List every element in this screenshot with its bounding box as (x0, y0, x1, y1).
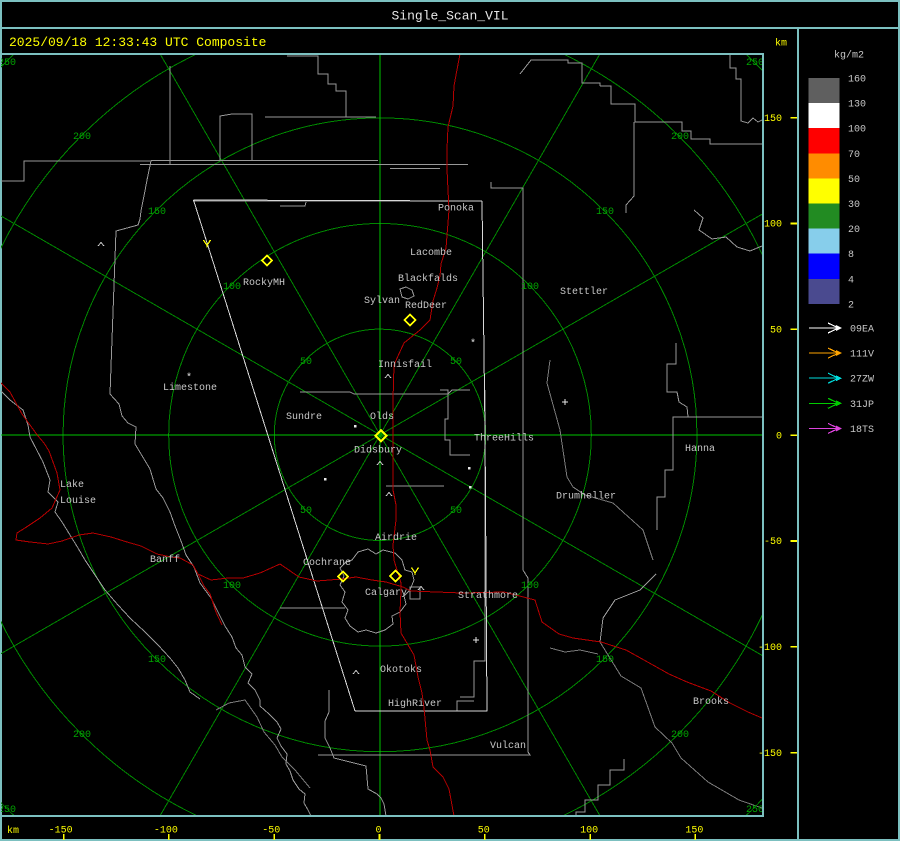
svg-text:Stettler: Stettler (560, 286, 608, 298)
svg-text:18TS: 18TS (850, 425, 874, 436)
svg-text:Lacombe: Lacombe (410, 247, 452, 259)
svg-text:km: km (7, 825, 19, 837)
svg-text:-150: -150 (49, 826, 73, 837)
svg-text:Banff: Banff (150, 554, 180, 566)
svg-text:-50: -50 (262, 826, 280, 837)
svg-text:160: 160 (848, 75, 866, 86)
svg-text:20: 20 (848, 225, 860, 236)
svg-text:Didsbury: Didsbury (354, 445, 402, 457)
svg-text:100: 100 (223, 581, 241, 592)
svg-text:250: 250 (746, 58, 764, 69)
svg-text:50: 50 (450, 357, 462, 368)
svg-text:Sylvan: Sylvan (364, 295, 400, 307)
svg-text:150: 150 (685, 826, 703, 837)
svg-text:100: 100 (223, 282, 241, 293)
svg-text:31JP: 31JP (850, 400, 874, 411)
svg-text:Blackfalds: Blackfalds (398, 273, 458, 285)
svg-text:200: 200 (671, 132, 689, 143)
svg-text:0: 0 (375, 826, 381, 837)
svg-text:Olds: Olds (370, 411, 394, 423)
svg-text:ThreeHills: ThreeHills (474, 433, 534, 445)
svg-text:09EA: 09EA (850, 325, 874, 336)
svg-text:*: * (470, 338, 476, 350)
svg-text:Cochrane: Cochrane (303, 557, 351, 569)
svg-text:200: 200 (73, 132, 91, 143)
svg-text:150: 150 (596, 207, 614, 218)
svg-text:100: 100 (764, 220, 782, 231)
svg-text:30: 30 (848, 200, 860, 211)
svg-text:RedDeer: RedDeer (405, 300, 447, 312)
svg-text:50: 50 (300, 506, 312, 517)
svg-text:RockyMH: RockyMH (243, 277, 285, 289)
svg-text:-50: -50 (764, 537, 782, 548)
svg-text:100: 100 (580, 826, 598, 837)
svg-text:Airdrie: Airdrie (375, 532, 417, 544)
svg-text:Innisfail: Innisfail (378, 359, 432, 371)
svg-text:200: 200 (73, 730, 91, 741)
svg-text:150: 150 (596, 655, 614, 666)
svg-text:Drumheller: Drumheller (556, 491, 616, 503)
svg-text:250: 250 (0, 805, 16, 816)
svg-text:70: 70 (848, 150, 860, 161)
svg-text:Louise: Louise (60, 495, 96, 507)
svg-text:50: 50 (848, 175, 860, 186)
svg-text:Single_Scan_VIL: Single_Scan_VIL (391, 9, 508, 24)
svg-text:150: 150 (764, 114, 782, 125)
svg-text:130: 130 (848, 100, 866, 111)
svg-text:50: 50 (478, 826, 490, 837)
svg-text:Okotoks: Okotoks (380, 664, 422, 676)
svg-text:Sundre: Sundre (286, 411, 322, 423)
svg-text:Lake: Lake (60, 479, 84, 491)
svg-text:2025/09/18 12:33:43 UTC Compos: 2025/09/18 12:33:43 UTC Composite (9, 35, 266, 50)
svg-text:Hanna: Hanna (685, 444, 715, 455)
svg-text:250: 250 (0, 58, 16, 69)
svg-text:50: 50 (300, 357, 312, 368)
svg-text:200: 200 (671, 730, 689, 741)
svg-text:Ponoka: Ponoka (438, 203, 474, 215)
svg-text:*: * (186, 372, 192, 384)
svg-text:0: 0 (776, 431, 782, 442)
svg-text:150: 150 (148, 655, 166, 666)
svg-text:150: 150 (148, 207, 166, 218)
svg-text:100: 100 (521, 581, 539, 592)
svg-text:-100: -100 (154, 826, 178, 837)
svg-text:4: 4 (848, 275, 854, 286)
svg-text:-150: -150 (758, 749, 782, 760)
svg-text:HighRiver: HighRiver (388, 698, 442, 710)
svg-text:250: 250 (746, 805, 764, 816)
svg-text:Vulcan: Vulcan (490, 740, 526, 752)
svg-text:Strathmore: Strathmore (458, 590, 518, 602)
svg-text:50: 50 (450, 506, 462, 517)
svg-text:Calgary: Calgary (365, 587, 407, 599)
svg-text:km: km (775, 38, 787, 50)
svg-text:100: 100 (521, 282, 539, 293)
svg-text:kg/m2: kg/m2 (834, 50, 864, 62)
svg-text:50: 50 (770, 326, 782, 337)
svg-text:-100: -100 (758, 643, 782, 654)
svg-text:Brooks: Brooks (693, 696, 729, 708)
svg-text:8: 8 (848, 250, 854, 261)
svg-text:27ZW: 27ZW (850, 375, 874, 386)
svg-text:111V: 111V (850, 350, 874, 361)
svg-text:100: 100 (848, 125, 866, 136)
svg-text:2: 2 (848, 300, 854, 311)
